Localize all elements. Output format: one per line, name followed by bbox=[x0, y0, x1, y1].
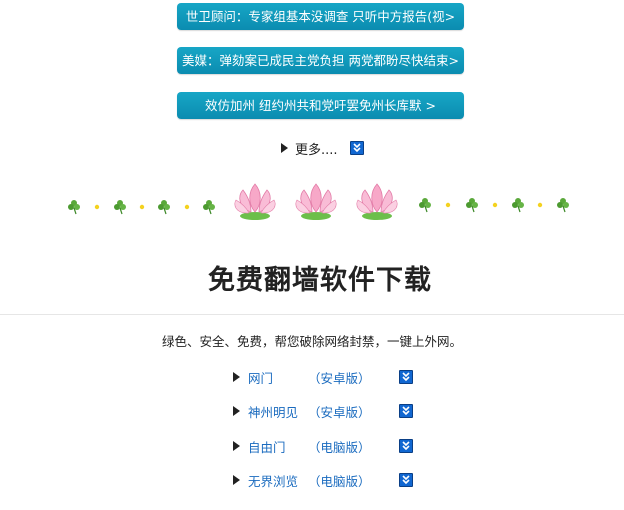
download-arrow-icon[interactable] bbox=[399, 473, 413, 487]
download-item-3[interactable]: 自由门 （电脑版） bbox=[233, 437, 413, 456]
download-name[interactable]: 网门 bbox=[248, 368, 308, 387]
download-item-2[interactable]: 神州明见 （安卓版） bbox=[233, 402, 413, 421]
download-arrow-icon[interactable] bbox=[399, 404, 413, 418]
section-subtitle: 绿色、安全、免费，帮您破除网络封禁，一键上外网。 bbox=[161, 334, 462, 349]
news-link-1[interactable]: 世卫顾问：专家组基本没调查 只听中方报告(视> bbox=[177, 3, 464, 30]
download-name[interactable]: 自由门 bbox=[248, 437, 308, 456]
download-platform[interactable]: （电脑版） bbox=[308, 437, 399, 456]
section-title: 免费翻墙软件下载 bbox=[208, 265, 432, 296]
triangle-bullet-icon bbox=[281, 143, 288, 153]
news-link-2[interactable]: 美媒：弹劾案已成民主党负担 两党都盼尽快结束> bbox=[177, 47, 464, 74]
triangle-bullet-icon bbox=[233, 475, 240, 485]
more-link[interactable]: 更多.... bbox=[295, 139, 338, 158]
download-platform[interactable]: （安卓版） bbox=[308, 368, 399, 387]
clover-lotus-divider bbox=[67, 183, 570, 221]
divider bbox=[0, 314, 624, 315]
triangle-bullet-icon bbox=[233, 372, 240, 382]
download-arrow-icon[interactable] bbox=[399, 370, 413, 384]
triangle-bullet-icon bbox=[233, 441, 240, 451]
download-arrow-icon[interactable] bbox=[399, 439, 413, 453]
download-name[interactable]: 无界浏览 bbox=[248, 471, 308, 490]
more-row: 更多.... bbox=[281, 139, 364, 158]
download-item-1[interactable]: 网门 （安卓版） bbox=[233, 368, 413, 387]
download-platform[interactable]: （电脑版） bbox=[308, 471, 399, 490]
download-arrow-icon[interactable] bbox=[349, 141, 364, 155]
download-name[interactable]: 神州明见 bbox=[248, 402, 308, 421]
download-platform[interactable]: （安卓版） bbox=[308, 402, 399, 421]
download-item-4[interactable]: 无界浏览 （电脑版） bbox=[233, 471, 413, 490]
triangle-bullet-icon bbox=[233, 406, 240, 416]
news-link-3[interactable]: 效仿加州 纽约州共和党吁罢免州长库默 > bbox=[177, 92, 464, 119]
